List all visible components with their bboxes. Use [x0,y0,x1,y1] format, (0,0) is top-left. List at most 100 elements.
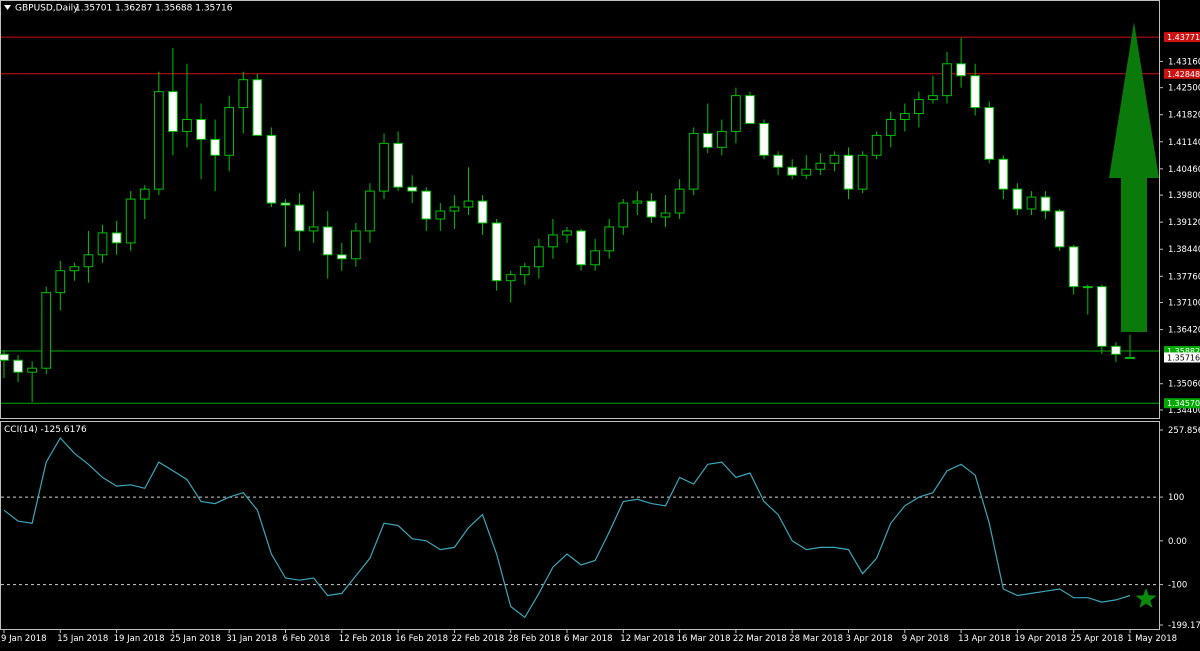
time-tick-label: 13 Apr 2018 [958,634,1011,644]
candle-body [1068,246,1079,288]
level-price-label: 1.34570 [1167,399,1200,408]
candle-body [660,212,671,218]
candle-body [843,154,854,190]
symbol-label: GBPUSD,Daily [15,4,79,14]
candle-body [1111,345,1121,355]
candle-body [801,168,812,176]
candle-body [787,166,798,176]
candle-body [604,226,615,252]
candle-body [238,79,249,109]
candle-body [435,210,446,220]
candle-body [562,230,572,236]
cci-tick-label: -199.1716 [1168,621,1200,631]
candle-body [97,232,108,256]
cci-tick-label: 0.00 [1168,537,1187,547]
candle-body [1054,210,1065,248]
candle-body [196,118,206,140]
time-tick-label: 12 Feb 2018 [339,634,392,644]
candle-body [576,230,586,266]
candle-body [0,353,9,361]
price-tick-label: 1.35060 [1168,380,1200,390]
time-tick-label: 19 Jan 2018 [114,634,165,644]
candle-body [125,198,136,244]
candle-body [477,200,488,224]
candle-body [1012,188,1023,210]
time-tick-label: 31 Jan 2018 [226,634,277,644]
time-tick-label: 16 Mar 2018 [677,634,731,644]
candle-body [421,190,432,220]
price-tick-label: 1.36420 [1168,326,1200,336]
candle-body [365,190,375,232]
current-price-label: 1.35716 [1167,353,1200,362]
candle-body [351,230,361,260]
cci-tick-label: 257.856 [1168,426,1200,436]
candle-body [336,254,347,260]
time-tick-label: 25 Jan 2018 [170,634,221,644]
candle-body [970,75,981,109]
candle-body [83,254,94,268]
candle-body [632,200,643,204]
cci-title: CCI(14) -125.6176 [4,425,87,435]
candle-body [168,91,178,132]
time-tick-label: 22 Mar 2018 [733,634,787,644]
candle-body [533,246,544,268]
time-tick-label: 9 Apr 2018 [902,634,949,644]
price-tick-label: 1.41140 [1168,138,1200,148]
candle-body [153,91,164,190]
candle-body [702,132,713,148]
candle-body [928,95,938,101]
chart-svg[interactable]: GBPUSD,Daily 1.35701 1.36287 1.35688 1.3… [0,0,1200,647]
price-tick-label: 1.39120 [1168,218,1200,228]
candle-body [942,63,952,97]
price-tick-label: 1.38440 [1168,245,1200,255]
candle-body [1026,196,1037,210]
candle-body [379,142,389,192]
candle-body [210,138,220,156]
candle-body [548,234,558,248]
candle-body [519,266,530,276]
candle-body [618,202,629,228]
ohlc-label: 1.35701 1.36287 1.35688 1.35716 [75,4,233,14]
candle-body [449,206,460,212]
candle-body [914,99,924,115]
candle-body [998,158,1009,190]
candle-body [885,118,896,136]
level-price-label: 1.43771 [1167,33,1200,42]
time-tick-label: 25 Apr 2018 [1071,634,1124,644]
candle-body [69,266,80,272]
price-tick-label: 1.41820 [1168,111,1200,121]
candle-body [224,107,235,156]
candle-body [773,154,783,168]
chart-window[interactable]: GBPUSD,Daily 1.35701 1.36287 1.35688 1.3… [0,0,1200,647]
cci-tick-label: 100 [1168,493,1184,503]
candle-body [505,274,516,282]
price-tick-label: 1.40460 [1168,165,1200,175]
price-tick-label: 1.37760 [1168,272,1200,282]
price-tick-label: 1.42500 [1168,84,1200,94]
level-price-label: 1.42848 [1167,70,1200,79]
candle-body [759,122,769,156]
candle-body [308,226,319,232]
candle-body [111,232,122,244]
candle-body [899,113,910,120]
candle-body [55,270,66,294]
candle-body [745,95,755,124]
candle-body [1125,356,1135,359]
candle-body [491,222,502,282]
time-tick-label: 19 Apr 2018 [1014,634,1067,644]
candle-body [857,154,868,190]
price-tick-label: 1.43160 [1168,57,1200,67]
time-tick-label: 15 Jan 2018 [57,634,108,644]
candle-body [731,95,741,132]
candle-body [13,359,23,373]
candle-body [463,200,474,208]
candle-body [956,63,966,77]
candle-body [41,292,52,369]
candle-body [829,154,840,164]
candle-body [182,118,192,132]
time-tick-label: 28 Feb 2018 [508,634,561,644]
time-tick-label: 6 Feb 2018 [283,634,331,644]
price-tick-label: 1.37100 [1168,299,1200,309]
candle-body [716,130,727,148]
candle-body [688,132,699,190]
